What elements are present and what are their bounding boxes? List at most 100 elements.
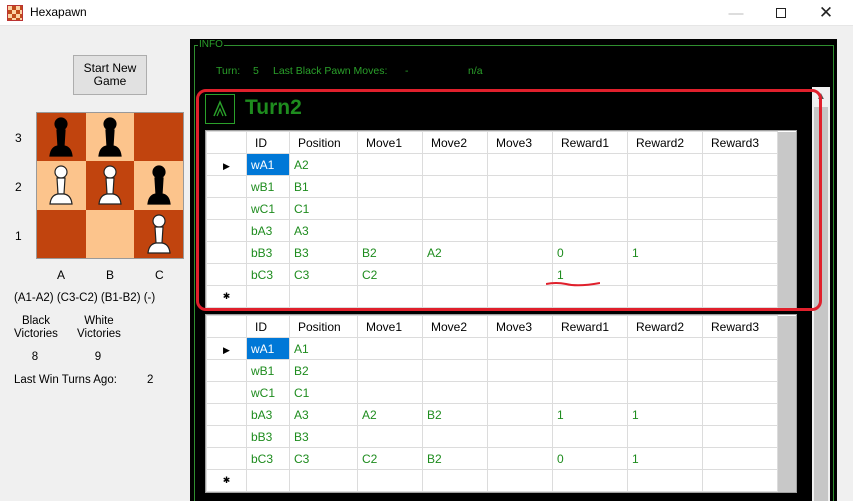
- cell-position[interactable]: A1: [289, 337, 358, 360]
- new-row-icon[interactable]: ✱: [206, 469, 247, 492]
- cell-move2[interactable]: [422, 337, 488, 360]
- cell-position[interactable]: A3: [289, 403, 358, 426]
- row-header[interactable]: [206, 381, 247, 404]
- board-square-a2[interactable]: [37, 161, 86, 210]
- cell-move1[interactable]: A2: [357, 403, 423, 426]
- new-row-cell[interactable]: [246, 469, 290, 492]
- new-row[interactable]: ✱: [206, 469, 796, 492]
- table-row[interactable]: wC1 C1: [206, 381, 796, 404]
- column-header-move1[interactable]: Move1: [357, 315, 423, 338]
- close-button[interactable]: ✕: [803, 0, 849, 26]
- table-row[interactable]: bC3 C3 C2 B2 0 1: [206, 447, 796, 470]
- cell-move1[interactable]: [357, 381, 423, 404]
- board-square-c2[interactable]: [134, 161, 183, 210]
- last-win-label: Last Win Turns Ago:: [14, 374, 117, 386]
- new-row-cell[interactable]: [552, 469, 628, 492]
- black-victories-count: 8: [31, 351, 39, 363]
- new-row-cell[interactable]: [357, 469, 423, 492]
- cell-move1[interactable]: C2: [357, 447, 423, 470]
- row-header[interactable]: [206, 425, 247, 448]
- cell-reward3[interactable]: [702, 381, 778, 404]
- cell-reward1[interactable]: 1: [552, 403, 628, 426]
- new-row-cell[interactable]: [422, 469, 488, 492]
- column-header-move2[interactable]: Move2: [422, 315, 488, 338]
- column-header-id[interactable]: ID: [246, 315, 290, 338]
- close-icon: ✕: [818, 3, 834, 22]
- cell-reward2[interactable]: 1: [627, 447, 703, 470]
- cell-move1[interactable]: [357, 337, 423, 360]
- cell-position[interactable]: C1: [289, 381, 358, 404]
- table-row[interactable]: bB3 B3: [206, 425, 796, 448]
- hexapawn-board: [36, 112, 184, 259]
- cell-reward1[interactable]: [552, 381, 628, 404]
- table-row[interactable]: ▶ wA1 A1: [206, 337, 796, 360]
- cell-move3[interactable]: [487, 447, 553, 470]
- column-header-move3[interactable]: Move3: [487, 315, 553, 338]
- column-header-reward1[interactable]: Reward1: [552, 315, 628, 338]
- maximize-button[interactable]: [758, 0, 804, 26]
- cell-position[interactable]: B3: [289, 425, 358, 448]
- cell-reward2[interactable]: [627, 359, 703, 382]
- cell-move2[interactable]: [422, 359, 488, 382]
- cell-reward1[interactable]: [552, 425, 628, 448]
- column-header-position[interactable]: Position: [289, 315, 358, 338]
- current-row-icon: ▶: [223, 344, 230, 355]
- cell-reward2[interactable]: [627, 425, 703, 448]
- cell-move3[interactable]: [487, 403, 553, 426]
- board-square-c1[interactable]: [134, 209, 183, 258]
- cell-position[interactable]: B2: [289, 359, 358, 382]
- turn-grid-2[interactable]: ID Position Move1 Move2 Move3 Reward1 Reward2 R…: [205, 314, 797, 493]
- cell-id[interactable]: bB3: [246, 425, 290, 448]
- cell-move3[interactable]: [487, 337, 553, 360]
- board-square-b1[interactable]: [85, 209, 135, 258]
- cell-reward3[interactable]: [702, 337, 778, 360]
- new-row-cell[interactable]: [487, 469, 553, 492]
- cell-id[interactable]: bA3: [246, 403, 290, 426]
- cell-move3[interactable]: [487, 381, 553, 404]
- board-square-a3[interactable]: [37, 113, 86, 162]
- cell-reward2[interactable]: 1: [627, 403, 703, 426]
- board-square-b2[interactable]: [85, 161, 135, 210]
- cell-id[interactable]: bC3: [246, 447, 290, 470]
- turn-label: Turn:: [216, 65, 241, 77]
- cell-move2[interactable]: [422, 425, 488, 448]
- row-header[interactable]: [206, 359, 247, 382]
- cell-id[interactable]: wC1: [246, 381, 290, 404]
- cell-reward1[interactable]: [552, 337, 628, 360]
- cell-reward3[interactable]: [702, 447, 778, 470]
- table-row[interactable]: wB1 B2: [206, 359, 796, 382]
- row-header[interactable]: [206, 447, 247, 470]
- cell-id[interactable]: wA1: [246, 337, 290, 360]
- cell-move2[interactable]: [422, 381, 488, 404]
- board-square-b3[interactable]: [85, 113, 135, 162]
- last-black-moves-dash: -: [405, 65, 409, 77]
- cell-move1[interactable]: [357, 425, 423, 448]
- cell-move3[interactable]: [487, 425, 553, 448]
- new-row-cell[interactable]: [702, 469, 778, 492]
- column-header-reward3[interactable]: Reward3: [702, 315, 778, 338]
- cell-reward1[interactable]: 0: [552, 447, 628, 470]
- board-square-a1[interactable]: [37, 209, 86, 258]
- cell-position[interactable]: C3: [289, 447, 358, 470]
- cell-move2[interactable]: B2: [422, 403, 488, 426]
- board-square-c3[interactable]: [134, 113, 183, 162]
- cell-reward1[interactable]: [552, 359, 628, 382]
- column-header-reward2[interactable]: Reward2: [627, 315, 703, 338]
- new-row-cell[interactable]: [627, 469, 703, 492]
- cell-move3[interactable]: [487, 359, 553, 382]
- new-row-cell[interactable]: [289, 469, 358, 492]
- table-row[interactable]: bA3 A3 A2 B2 1 1: [206, 403, 796, 426]
- row-header[interactable]: ▶: [206, 337, 247, 360]
- cell-reward2[interactable]: [627, 381, 703, 404]
- minimize-button[interactable]: —: [713, 0, 759, 26]
- row-header[interactable]: [206, 403, 247, 426]
- cell-id[interactable]: wB1: [246, 359, 290, 382]
- start-new-game-button[interactable]: Start New Game: [73, 55, 147, 95]
- cell-reward3[interactable]: [702, 359, 778, 382]
- cell-reward2[interactable]: [627, 337, 703, 360]
- cell-reward3[interactable]: [702, 403, 778, 426]
- cell-reward3[interactable]: [702, 425, 778, 448]
- cell-move2[interactable]: B2: [422, 447, 488, 470]
- grid-scrollbar[interactable]: [777, 315, 796, 492]
- cell-move1[interactable]: [357, 359, 423, 382]
